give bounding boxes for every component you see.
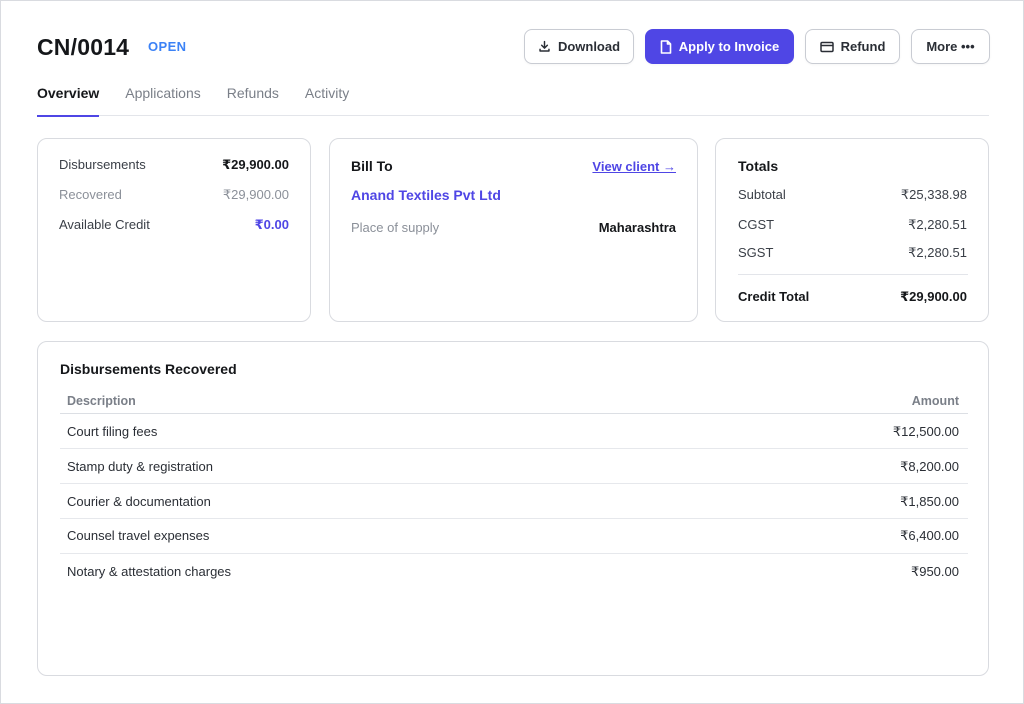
table-row-description: Courier & documentation xyxy=(67,494,211,509)
credit-total-value: ₹29,900.00 xyxy=(900,289,967,304)
table-row-amount: ₹12,500.00 xyxy=(892,424,959,439)
disbursements-table-title: Disbursements Recovered xyxy=(60,361,237,377)
bill-to-title: Bill To xyxy=(351,158,393,174)
view-client-link[interactable]: View client → xyxy=(592,159,676,174)
sgst-label: SGST xyxy=(738,245,774,260)
cgst-label: CGST xyxy=(738,217,775,232)
table-row-amount: ₹1,850.00 xyxy=(900,494,959,509)
tab-overview[interactable]: Overview xyxy=(37,81,100,117)
disbursements-value: ₹29,900.00 xyxy=(222,157,289,172)
totals-title: Totals xyxy=(738,158,779,174)
place-of-supply-value: Maharashtra xyxy=(598,220,676,235)
table-row-amount: ₹6,400.00 xyxy=(900,528,959,543)
credit-note-page: CN/0014 OPEN Download Apply to Invoice R… xyxy=(0,0,1024,704)
table-row-description: Counsel travel expenses xyxy=(67,528,210,543)
table-row-amount: ₹8,200.00 xyxy=(900,459,959,474)
subtotal-label: Subtotal xyxy=(738,187,786,202)
more-button[interactable]: More ••• xyxy=(911,29,990,64)
table-row-divider xyxy=(60,553,968,554)
totals-card: Totals Subtotal ₹25,338.98 CGST ₹2,280.5… xyxy=(715,138,989,322)
summary-card: Disbursements ₹29,900.00 Recovered ₹29,9… xyxy=(37,138,311,322)
available-credit-label: Available Credit xyxy=(59,217,150,232)
document-icon xyxy=(660,39,672,54)
credit-total-label: Credit Total xyxy=(738,289,810,304)
client-name-link[interactable]: Anand Textiles Pvt Ltd xyxy=(351,187,501,203)
tab-activity[interactable]: Activity xyxy=(305,81,349,116)
column-header-amount: Amount xyxy=(911,394,959,408)
table-row-divider xyxy=(60,483,968,484)
table-row-divider xyxy=(60,518,968,519)
column-header-description: Description xyxy=(67,394,136,408)
table-header-divider xyxy=(60,413,968,414)
sgst-value: ₹2,280.51 xyxy=(908,245,967,260)
subtotal-value: ₹25,338.98 xyxy=(900,187,967,202)
tab-applications[interactable]: Applications xyxy=(125,81,201,116)
recovered-label: Recovered xyxy=(59,187,122,202)
table-row-description: Stamp duty & registration xyxy=(67,459,213,474)
apply-button-label: Apply to Invoice xyxy=(678,39,780,54)
bill-to-card: Bill To View client → Anand Textiles Pvt… xyxy=(329,138,698,322)
more-button-label: More ••• xyxy=(926,39,975,54)
download-button[interactable]: Download xyxy=(524,29,634,64)
download-button-label: Download xyxy=(557,39,621,54)
card-icon xyxy=(819,41,834,53)
apply-to-invoice-button[interactable]: Apply to Invoice xyxy=(645,29,794,64)
tab-bar: Overview Applications Refunds Activity xyxy=(37,81,989,117)
refund-button[interactable]: Refund xyxy=(805,29,900,64)
download-icon xyxy=(538,40,551,53)
status-badge: OPEN xyxy=(148,39,187,54)
refund-button-label: Refund xyxy=(840,39,886,54)
totals-divider xyxy=(738,274,968,275)
table-row-amount: ₹950.00 xyxy=(910,564,959,579)
tab-refunds[interactable]: Refunds xyxy=(227,81,279,116)
recovered-value: ₹29,900.00 xyxy=(222,187,289,202)
table-row-divider xyxy=(60,448,968,449)
page-title: CN/0014 xyxy=(37,34,130,60)
available-credit-value: ₹0.00 xyxy=(254,217,289,232)
cgst-value: ₹2,280.51 xyxy=(908,217,967,232)
table-row-description: Court filing fees xyxy=(67,424,158,439)
disbursements-recovered-card: Disbursements Recovered Description Amou… xyxy=(37,341,989,676)
place-of-supply-label: Place of supply xyxy=(351,220,440,235)
disbursements-label: Disbursements xyxy=(59,157,146,172)
table-row-description: Notary & attestation charges xyxy=(67,564,232,579)
